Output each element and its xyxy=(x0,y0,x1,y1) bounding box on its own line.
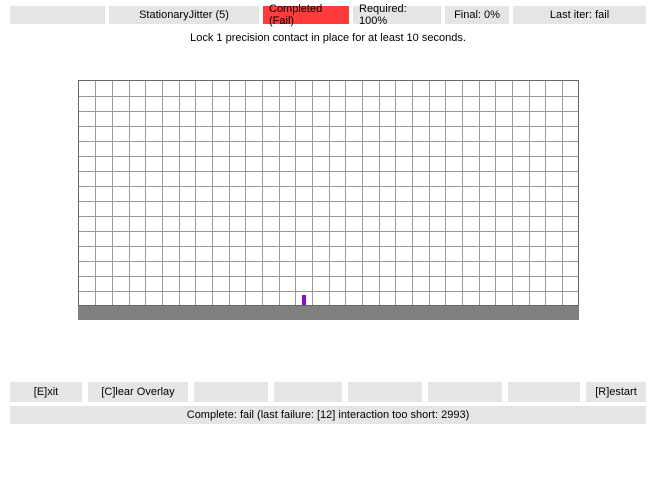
restart-button[interactable]: [R]estart xyxy=(586,382,646,402)
chip-last-iter: Last iter: fail xyxy=(513,6,646,24)
button-row: [E]xit [C]lear Overlay [R]estart xyxy=(10,382,646,402)
top-status-row: StationaryJitter (5) Completed (Fail) Re… xyxy=(10,6,646,24)
chip-status: Completed (Fail) xyxy=(263,6,349,24)
blank-button-5[interactable] xyxy=(508,382,580,402)
chip-required: Required: 100% xyxy=(353,6,441,24)
blank-button-2[interactable] xyxy=(274,382,342,402)
status-line: Complete: fail (last failure: [12] inter… xyxy=(10,406,646,424)
clear-overlay-button[interactable]: [C]lear Overlay xyxy=(88,382,188,402)
instruction-text: Lock 1 precision contact in place for at… xyxy=(10,32,646,44)
blank-button-3[interactable] xyxy=(348,382,422,402)
blank-button-1[interactable] xyxy=(194,382,268,402)
chip-test-name: StationaryJitter (5) xyxy=(109,6,259,24)
contact-cursor xyxy=(302,295,306,305)
blank-button-4[interactable] xyxy=(428,382,502,402)
chip-final: Final: 0% xyxy=(445,6,509,24)
test-grid[interactable] xyxy=(78,80,579,306)
grid-bottom-bar xyxy=(78,306,579,320)
chip-blank-1 xyxy=(10,6,105,24)
exit-button[interactable]: [E]xit xyxy=(10,382,82,402)
